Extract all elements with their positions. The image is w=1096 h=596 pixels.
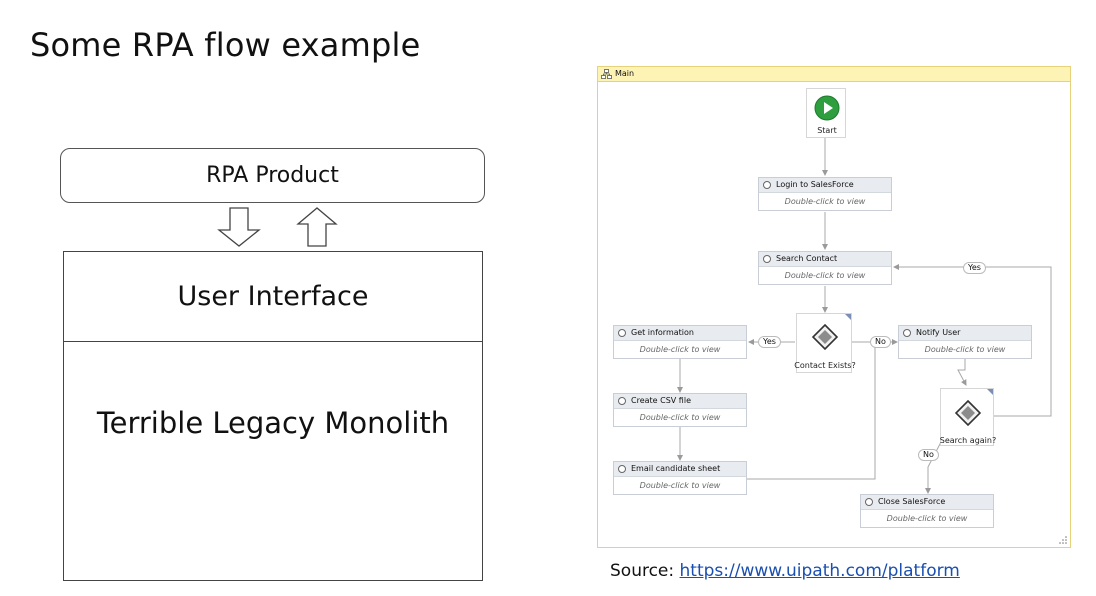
decision-contact-exists[interactable]: Contact Exists? [794,313,856,373]
activity-title: Create CSV file [631,396,691,405]
play-icon [814,95,840,121]
activity-title: Get information [631,328,694,337]
down-arrow-icon [217,207,261,247]
activity-search-contact[interactable]: Search Contact Double-click to view [758,251,892,285]
resize-grip-icon[interactable] [1059,536,1067,544]
workflow-panel[interactable]: Main Start Login to SalesForce Double-cl… [597,66,1071,548]
edge-label-yes-loop: Yes [963,262,986,274]
source-link[interactable]: https://www.uipath.com/platform [680,561,960,581]
activity-icon [618,397,626,405]
activity-email-candidate[interactable]: Email candidate sheet Double-click to vi… [613,461,747,495]
up-arrow-icon [296,207,338,247]
activity-hint: Double-click to view [639,345,721,354]
activity-notify-user[interactable]: Notify User Double-click to view [898,325,1032,359]
rpa-product-box: RPA Product [60,148,485,203]
activity-create-csv[interactable]: Create CSV file Double-click to view [613,393,747,427]
system-stack: User Interface Terrible Legacy Monolith [63,251,483,581]
activity-hint: Double-click to view [784,271,866,280]
decision-search-again[interactable]: Search again? [940,388,996,446]
start-node[interactable]: Start [806,88,846,138]
activity-login[interactable]: Login to SalesForce Double-click to view [758,177,892,211]
user-interface-label: User Interface [177,281,369,312]
edge-label-yes: Yes [758,336,781,348]
user-interface-layer: User Interface [64,252,482,342]
activity-hint: Double-click to view [924,345,1006,354]
rpa-product-label: RPA Product [206,163,339,188]
activity-close-salesforce[interactable]: Close SalesForce Double-click to view [860,494,994,528]
start-label: Start [817,126,837,135]
edge-label-no-down: No [918,449,939,461]
activity-get-information[interactable]: Get information Double-click to view [613,325,747,359]
diamond-icon [812,324,838,350]
activity-icon [865,498,873,506]
arrows-group [217,207,338,247]
activity-title: Search Contact [776,254,838,263]
activity-icon [618,465,626,473]
slide-title: Some RPA flow example [30,26,421,64]
edge-label-no: No [870,336,891,348]
diamond-icon [955,400,981,426]
activity-title: Email candidate sheet [631,464,721,473]
activity-title: Notify User [916,328,961,337]
corner-marker-icon [987,389,993,395]
activity-hint: Double-click to view [784,197,866,206]
activity-icon [903,329,911,337]
activity-title: Close SalesForce [878,497,946,506]
decision-label: Contact Exists? [794,361,856,370]
activity-hint: Double-click to view [886,514,968,523]
source-label: Source: [610,561,675,581]
activity-title: Login to SalesForce [776,180,854,189]
source-line: Source: https://www.uipath.com/platform [610,561,960,581]
decision-label: Search again? [939,436,997,445]
activity-icon [618,329,626,337]
edge-notify-searchagain [957,359,967,386]
activity-icon [763,255,771,263]
corner-marker-icon [845,314,851,320]
monolith-label: Terrible Legacy Monolith [96,406,450,440]
activity-hint: Double-click to view [639,481,721,490]
activity-hint: Double-click to view [639,413,721,422]
activity-icon [763,181,771,189]
